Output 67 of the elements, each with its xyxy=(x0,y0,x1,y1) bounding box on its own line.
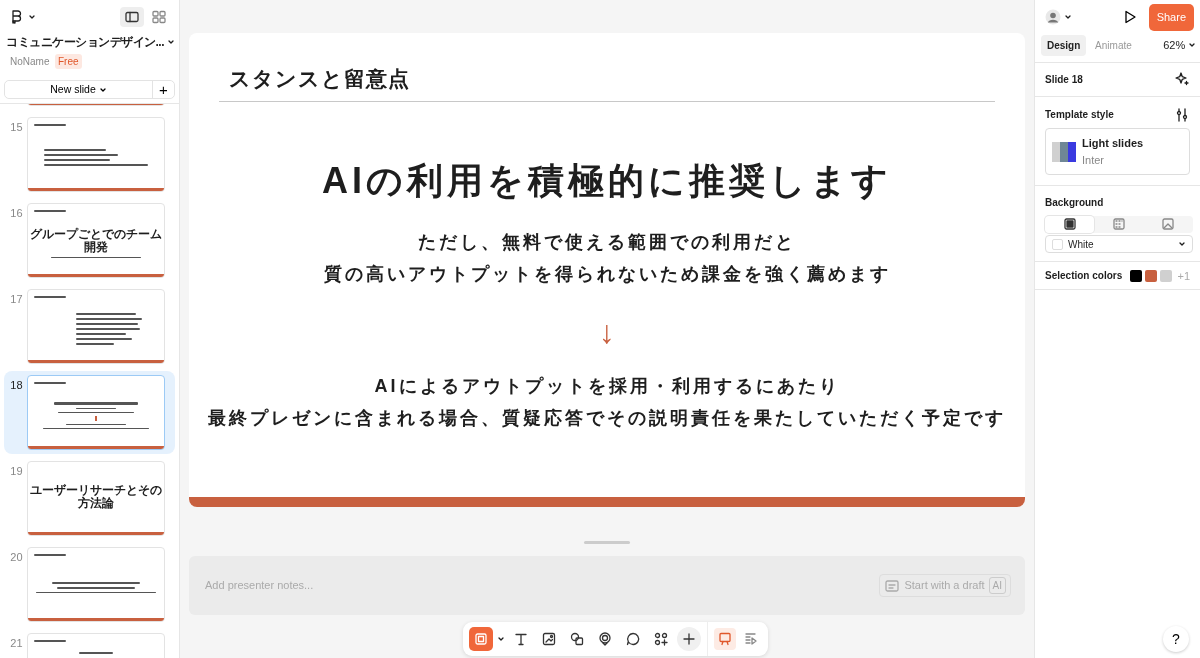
shapes-icon xyxy=(569,631,585,647)
tool-button[interactable] xyxy=(677,627,701,651)
slide-thumbnail[interactable] xyxy=(26,547,165,622)
grid-icon xyxy=(151,9,167,25)
text-icon xyxy=(513,631,529,647)
widgets-icon xyxy=(653,631,669,647)
slide-number: 20 xyxy=(10,551,23,563)
presenter-icon xyxy=(717,631,733,647)
caret-icon xyxy=(167,38,175,46)
slide-number: 16 xyxy=(10,207,23,219)
slide-number: 19 xyxy=(10,465,23,477)
add-icon xyxy=(681,631,697,647)
slide-heading: スタンスと留意点 xyxy=(229,66,411,92)
slide-title: Slide 18 xyxy=(1045,72,1083,87)
down-arrow: ↓ xyxy=(599,315,615,348)
slide-thumbnail[interactable]: ユーザーリサーチとその方法論 xyxy=(26,461,165,536)
view-button[interactable] xyxy=(714,628,736,650)
slide-text: 質の高いアウトプットを得られないため課金を強く薦めます xyxy=(323,264,891,286)
image-fill-icon xyxy=(1160,216,1177,232)
plan-badge: Free xyxy=(54,54,82,69)
resize-handle[interactable] xyxy=(584,541,630,544)
script-icon xyxy=(743,631,759,647)
panel-tab[interactable]: Design xyxy=(1041,34,1087,56)
slide-text: AIによるアウトプットを採用・利用するにあたり xyxy=(373,375,841,398)
comment-icon xyxy=(625,631,641,647)
solid-fill-icon xyxy=(1061,216,1078,232)
image-icon xyxy=(541,631,557,647)
slide-number: 15 xyxy=(10,121,23,133)
section-label: Background xyxy=(1045,196,1105,210)
team-name: NoName xyxy=(10,55,50,69)
frame-icon xyxy=(473,631,489,647)
color-swatch xyxy=(1052,238,1063,250)
caret-icon xyxy=(27,13,36,21)
ai-badge: AI xyxy=(988,577,1006,594)
color-swatch[interactable] xyxy=(1130,269,1143,282)
color-swatch[interactable] xyxy=(1144,269,1157,282)
adjust-icon xyxy=(1174,106,1190,123)
sparkle-icon xyxy=(1174,71,1190,87)
slide-thumbnail[interactable] xyxy=(26,117,165,192)
slide-number: 18 xyxy=(10,379,23,391)
sidebar-layout-icon xyxy=(124,9,141,25)
avatar-icon xyxy=(1045,9,1061,26)
slide-text: ただし、無料で使える範囲での利用だと xyxy=(417,231,797,254)
thumbnail-title: グループごとでのチーム開発 xyxy=(28,227,163,255)
section-label: Template style xyxy=(1045,108,1114,122)
slide-headline: AIの利用を積極的に推奨します xyxy=(322,158,892,203)
background-color-dropdown[interactable]: White xyxy=(1045,235,1193,254)
zoom-level[interactable]: 62% xyxy=(1163,36,1186,54)
slide-thumbnail[interactable] xyxy=(26,375,165,450)
section-label: Selection colors xyxy=(1045,269,1123,284)
file-title[interactable]: コミュニケーションデザイン... xyxy=(6,33,164,51)
slide-number: 21 xyxy=(10,637,23,649)
color-swatch[interactable] xyxy=(1159,269,1172,282)
template-swatch-icon xyxy=(1052,140,1076,163)
view-mode-button[interactable] xyxy=(120,7,145,27)
template-name: Light slides xyxy=(1082,136,1144,151)
draft-icon xyxy=(884,577,901,594)
caret-icon xyxy=(1188,41,1196,49)
template-font: Inter xyxy=(1082,152,1105,168)
template-card[interactable]: Light slides Inter xyxy=(1045,128,1190,175)
slide-text: 最終プレゼンに含まれる場合、質疑応答でその説明責任を果たしていただく予定です xyxy=(208,408,1006,430)
pattern-fill-icon xyxy=(1111,216,1127,232)
caret-icon xyxy=(497,635,505,643)
slide-thumbnail[interactable]: グループごとでのチーム開発 xyxy=(26,203,165,278)
slide-number: 17 xyxy=(10,293,23,305)
slide-thumbnail[interactable] xyxy=(26,289,165,364)
thumbnail-title: ユーザーリサーチとその方法論 xyxy=(28,483,163,511)
